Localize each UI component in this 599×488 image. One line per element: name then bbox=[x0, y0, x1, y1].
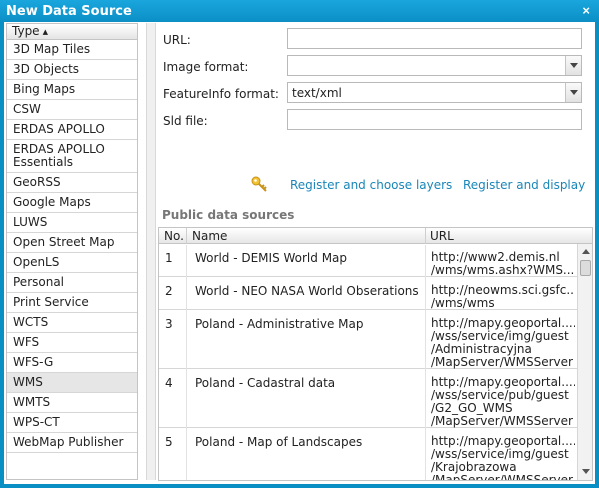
type-item-webmap-publisher[interactable]: WebMap Publisher bbox=[7, 433, 137, 453]
table-row[interactable]: 4 Poland - Cadastral data http://mapy.ge… bbox=[159, 370, 577, 428]
scroll-down-icon[interactable] bbox=[578, 464, 593, 479]
type-item-erdas-apollo-essentials[interactable]: ERDAS APOLLO Essentials bbox=[7, 140, 137, 173]
type-item-google-maps[interactable]: Google Maps bbox=[7, 193, 137, 213]
type-item-wms[interactable]: WMS bbox=[7, 373, 137, 393]
table-row[interactable]: 1 World - DEMIS World Map http://www2.de… bbox=[159, 245, 577, 277]
type-item-wcts[interactable]: WCTS bbox=[7, 313, 137, 333]
title-bar[interactable]: New Data Source × bbox=[0, 0, 599, 22]
featureinfo-format-value: text/xml bbox=[292, 86, 342, 100]
type-item-bing-maps[interactable]: Bing Maps bbox=[7, 80, 137, 100]
row-name: Poland - Map of Landscapes bbox=[195, 435, 363, 449]
row-number: 4 bbox=[165, 376, 173, 390]
type-item-personal[interactable]: Personal bbox=[7, 273, 137, 293]
column-divider bbox=[425, 228, 426, 244]
row-name: World - NEO NASA World Obserations bbox=[195, 284, 419, 298]
column-divider bbox=[425, 245, 426, 480]
sld-file-label: Sld file: bbox=[163, 114, 208, 128]
sld-file-input[interactable] bbox=[287, 109, 582, 130]
row-number: 1 bbox=[165, 251, 173, 265]
type-item-wps-ct[interactable]: WPS-CT bbox=[7, 413, 137, 433]
scrollbar-thumb[interactable] bbox=[580, 260, 591, 276]
row-number: 3 bbox=[165, 317, 173, 331]
image-format-label: Image format: bbox=[163, 60, 249, 74]
register-and-display-link[interactable]: Register and display bbox=[463, 178, 585, 192]
table-row[interactable]: 5 Poland - Map of Landscapes http://mapy… bbox=[159, 429, 577, 481]
type-item-wfs[interactable]: WFS bbox=[7, 333, 137, 353]
column-divider bbox=[186, 245, 187, 480]
row-url: http://www2.demis.nl /wms/wms.ashx?WMS..… bbox=[431, 251, 575, 277]
type-item-wmts[interactable]: WMTS bbox=[7, 393, 137, 413]
row-number: 2 bbox=[165, 284, 173, 298]
type-item-print-service[interactable]: Print Service bbox=[7, 293, 137, 313]
type-item-3d-map-tiles[interactable]: 3D Map Tiles bbox=[7, 40, 137, 60]
column-divider bbox=[186, 228, 187, 244]
url-input[interactable] bbox=[287, 28, 582, 49]
type-item-3d-objects[interactable]: 3D Objects bbox=[7, 60, 137, 80]
panel-splitter[interactable] bbox=[146, 23, 156, 480]
type-item-wfs-g[interactable]: WFS-G bbox=[7, 353, 137, 373]
public-data-sources-heading: Public data sources bbox=[162, 208, 295, 222]
type-list: Type ▲ 3D Map Tiles 3D Objects Bing Maps … bbox=[6, 23, 138, 480]
public-sources-table: No. Name URL 1 World - DEMIS World Map h… bbox=[158, 227, 593, 481]
type-item-georss[interactable]: GeoRSS bbox=[7, 173, 137, 193]
table-header: No. Name URL bbox=[159, 228, 592, 244]
register-and-choose-layers-link[interactable]: Register and choose layers bbox=[290, 178, 452, 192]
type-item-open-street-map[interactable]: Open Street Map bbox=[7, 233, 137, 253]
type-item-csw[interactable]: CSW bbox=[7, 100, 137, 120]
row-number: 5 bbox=[165, 435, 173, 449]
sort-ascending-icon: ▲ bbox=[42, 28, 48, 36]
close-icon[interactable]: × bbox=[582, 3, 590, 18]
column-header-name[interactable]: Name bbox=[192, 229, 227, 243]
chevron-down-icon[interactable] bbox=[565, 83, 581, 102]
row-url: http://mapy.geoportal.... /wss/service/p… bbox=[431, 376, 575, 428]
image-format-select[interactable] bbox=[287, 55, 582, 76]
featureinfo-format-select[interactable]: text/xml bbox=[287, 82, 582, 103]
featureinfo-format-label: FeatureInfo format: bbox=[163, 87, 279, 101]
scroll-up-icon[interactable] bbox=[578, 244, 593, 259]
type-item-openls[interactable]: OpenLS bbox=[7, 253, 137, 273]
type-column-header[interactable]: Type ▲ bbox=[7, 24, 137, 40]
row-url: http://mapy.geoportal.... /wss/service/i… bbox=[431, 317, 575, 369]
column-header-no[interactable]: No. bbox=[164, 229, 184, 243]
row-url: http://neowms.sci.gsfc... /wms/wms bbox=[431, 284, 575, 310]
table-row[interactable]: 3 Poland - Administrative Map http://map… bbox=[159, 311, 577, 369]
row-url: http://mapy.geoportal.... /wss/service/i… bbox=[431, 435, 575, 481]
table-scrollbar[interactable] bbox=[577, 244, 592, 480]
dialog-title: New Data Source bbox=[6, 4, 132, 19]
row-name: World - DEMIS World Map bbox=[195, 251, 348, 265]
column-header-url[interactable]: URL bbox=[430, 229, 454, 243]
chevron-down-icon[interactable] bbox=[565, 56, 581, 75]
type-header-label: Type bbox=[12, 24, 40, 38]
row-name: Poland - Cadastral data bbox=[195, 376, 336, 390]
type-item-erdas-apollo[interactable]: ERDAS APOLLO bbox=[7, 120, 137, 140]
table-row[interactable]: 2 World - NEO NASA World Obserations htt… bbox=[159, 278, 577, 310]
url-label: URL: bbox=[163, 33, 191, 47]
key-icon bbox=[251, 176, 267, 192]
row-name: Poland - Administrative Map bbox=[195, 317, 364, 331]
type-item-luws[interactable]: LUWS bbox=[7, 213, 137, 233]
